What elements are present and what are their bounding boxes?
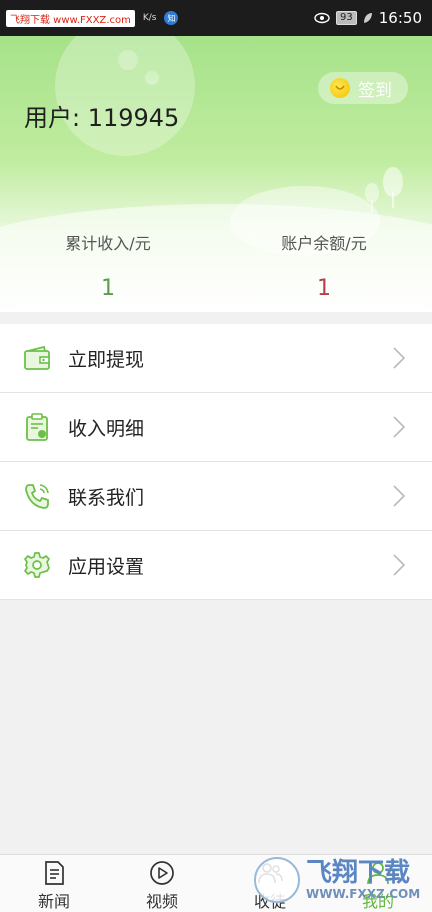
- battery-indicator: 93: [336, 11, 357, 25]
- menu-list: 立即提现 收入明细 联系我们 应用设置: [0, 324, 432, 600]
- status-bar: 飞翔下载 www.FXXZ.com K/s 知 93 16:50: [0, 0, 432, 36]
- nav-tab-mine[interactable]: 我的: [324, 855, 432, 912]
- coin-icon: [330, 78, 350, 98]
- leaf-icon: [363, 13, 372, 23]
- balance-stat: 账户余额/元 1: [216, 230, 432, 301]
- signin-label: 签到: [358, 80, 392, 101]
- decor-bubble: [118, 50, 138, 70]
- people-icon: [258, 863, 283, 884]
- watermark-badge: 飞翔下载 www.FXXZ.com: [6, 9, 135, 27]
- menu-item-income-detail[interactable]: 收入明细: [0, 393, 432, 462]
- user-id-label: 用户: 119945: [24, 104, 180, 132]
- menu-item-label: 收入明细: [68, 417, 145, 440]
- app-notification-icon: 知: [164, 11, 179, 25]
- eye-icon: [314, 12, 330, 24]
- clock: 16:50: [378, 9, 422, 27]
- nav-tab-apprentice[interactable]: 收徒: [216, 855, 324, 912]
- nav-label: 我的: [361, 892, 394, 911]
- menu-item-label: 应用设置: [68, 555, 145, 578]
- profile-header: 用户: 119945 签到 累计收入/元 1 账户余额/元 1: [0, 36, 432, 312]
- chevron-right-icon: [393, 416, 406, 438]
- nav-tab-video[interactable]: 视频: [108, 855, 216, 912]
- clipboard-icon: [26, 413, 48, 441]
- stats-row: 累计收入/元 1 账户余额/元 1: [0, 230, 432, 301]
- tree-icon: [383, 167, 403, 208]
- chevron-right-icon: [393, 485, 406, 507]
- total-income-value: 1: [101, 276, 115, 301]
- menu-item-label: 联系我们: [68, 486, 145, 509]
- menu-item-contact[interactable]: 联系我们: [0, 462, 432, 531]
- nav-label: 新闻: [37, 892, 70, 911]
- signin-button[interactable]: 签到: [318, 72, 408, 104]
- wallet-icon: [24, 345, 50, 370]
- chevron-right-icon: [393, 347, 406, 369]
- phone-icon: [25, 484, 49, 509]
- tree-icon: [365, 183, 379, 212]
- status-right: 93 16:50: [314, 9, 422, 27]
- nav-label: 收徒: [253, 892, 286, 911]
- net-speed: K/s: [142, 13, 157, 23]
- decor-bubble: [145, 71, 159, 85]
- balance-label: 账户余额/元: [281, 234, 367, 253]
- balance-value: 1: [317, 276, 331, 301]
- menu-item-withdraw[interactable]: 立即提现: [0, 324, 432, 393]
- nav-label: 视频: [145, 892, 178, 911]
- gear-icon: [24, 552, 50, 578]
- total-income-label: 累计收入/元: [65, 234, 151, 253]
- bottom-nav: 新闻 视频 收徒 我的: [0, 854, 432, 912]
- total-income-stat: 累计收入/元 1: [0, 230, 216, 301]
- user-icon: [367, 862, 389, 885]
- document-icon: [45, 861, 64, 885]
- nav-tab-news[interactable]: 新闻: [0, 855, 108, 912]
- chevron-right-icon: [393, 554, 406, 576]
- menu-item-label: 立即提现: [68, 348, 145, 371]
- menu-item-settings[interactable]: 应用设置: [0, 531, 432, 600]
- play-icon: [150, 861, 174, 885]
- status-left: 飞翔下载 www.FXXZ.com K/s 知: [6, 9, 179, 27]
